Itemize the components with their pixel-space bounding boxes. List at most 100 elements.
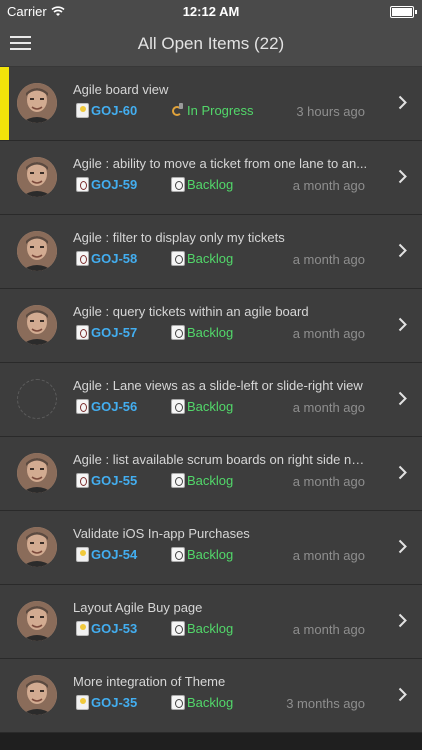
issue-status: Backlog [187, 325, 234, 340]
issue-status-group: Backlog [171, 621, 233, 636]
issue-row-goj-35[interactable]: More integration of Theme GOJ-35 Backlog… [0, 659, 422, 733]
issue-key-group: GOJ-54 [76, 547, 137, 562]
backlog-icon [171, 547, 185, 562]
chevron-right-icon [398, 169, 407, 184]
issue-status-group: Backlog [171, 325, 233, 340]
avatar [17, 83, 57, 123]
issue-status-group: Backlog [171, 695, 233, 710]
issue-row-goj-54[interactable]: Validate iOS In-app Purchases GOJ-54 Bac… [0, 511, 422, 585]
avatar [17, 527, 57, 567]
issue-summary: Agile : ability to move a ticket from on… [73, 156, 368, 171]
page-title: All Open Items (22) [137, 34, 285, 53]
issue-updated-time: a month ago [292, 326, 365, 341]
backlog-icon [171, 325, 185, 340]
issue-key: GOJ-57 [91, 325, 138, 340]
issue-key-group: GOJ-56 [76, 399, 137, 414]
issue-key-group: GOJ-60 [76, 103, 137, 118]
status-bar: Carrier 12:12 AM [0, 0, 422, 22]
issue-updated-time: 3 months ago [286, 696, 365, 711]
issue-row-goj-57[interactable]: Agile : query tickets within an agile bo… [0, 289, 422, 363]
issue-summary: Validate iOS In-app Purchases [73, 526, 250, 541]
issue-key-group: GOJ-58 [76, 251, 137, 266]
issue-key: GOJ-53 [91, 621, 138, 636]
issue-status-group: Backlog [171, 473, 233, 488]
lightbulb-icon [76, 621, 89, 636]
battery-icon [390, 6, 417, 18]
issue-row-goj-60[interactable]: Agile board view GOJ-60 In Progress 3 ho… [0, 67, 422, 141]
backlog-icon [171, 621, 185, 636]
task-icon [76, 251, 89, 266]
issue-summary: Agile : filter to display only my ticket… [73, 230, 285, 245]
issue-updated-time: a month ago [292, 178, 365, 193]
issue-summary: Agile : list available scrum boards on r… [73, 452, 369, 467]
issue-summary: Agile : Lane views as a slide-left or sl… [73, 378, 363, 393]
backlog-icon [171, 399, 185, 414]
issue-key-group: GOJ-55 [76, 473, 137, 488]
issue-status-group: Backlog [171, 177, 233, 192]
issue-updated-time: a month ago [292, 622, 365, 637]
in-progress-icon [171, 103, 185, 118]
issue-key: GOJ-59 [91, 177, 138, 192]
issue-status: Backlog [187, 695, 234, 710]
issue-summary: Agile board view [73, 82, 169, 97]
issue-row-goj-56[interactable]: Agile : Lane views as a slide-left or sl… [0, 363, 422, 437]
avatar [17, 157, 57, 197]
lightbulb-icon [76, 695, 89, 710]
task-icon [76, 399, 89, 414]
issue-key-group: GOJ-53 [76, 621, 137, 636]
issue-key-group: GOJ-57 [76, 325, 137, 340]
navigation-bar: All Open Items (22) [0, 22, 422, 67]
lightbulb-icon [76, 547, 89, 562]
issue-status-group: Backlog [171, 547, 233, 562]
issue-list: Agile board view GOJ-60 In Progress 3 ho… [0, 67, 422, 733]
task-icon [76, 177, 89, 192]
issue-summary: More integration of Theme [73, 674, 226, 689]
issue-row-goj-55[interactable]: Agile : list available scrum boards on r… [0, 437, 422, 511]
issue-updated-time: a month ago [292, 548, 365, 563]
issue-updated-time: a month ago [292, 252, 365, 267]
issue-key: GOJ-56 [91, 399, 138, 414]
chevron-right-icon [398, 243, 407, 258]
issue-row-goj-59[interactable]: Agile : ability to move a ticket from on… [0, 141, 422, 215]
issue-summary: Layout Agile Buy page [73, 600, 203, 615]
issue-updated-time: a month ago [292, 400, 365, 415]
backlog-icon [171, 695, 185, 710]
issue-key-group: GOJ-59 [76, 177, 137, 192]
task-icon [76, 325, 89, 340]
issue-row-goj-53[interactable]: Layout Agile Buy page GOJ-53 Backlog a m… [0, 585, 422, 659]
chevron-right-icon [398, 613, 407, 628]
avatar [17, 379, 57, 419]
issue-status: Backlog [187, 177, 234, 192]
chevron-right-icon [398, 391, 407, 406]
issue-status: Backlog [187, 547, 234, 562]
issue-status-group: Backlog [171, 251, 233, 266]
issue-status: Backlog [187, 251, 234, 266]
issue-key: GOJ-55 [91, 473, 138, 488]
issue-key-group: GOJ-35 [76, 695, 137, 710]
chevron-right-icon [398, 317, 407, 332]
avatar [17, 601, 57, 641]
lightbulb-icon [76, 103, 89, 118]
issue-key: GOJ-54 [91, 547, 138, 562]
issue-status-group: Backlog [171, 399, 233, 414]
issue-key: GOJ-58 [91, 251, 138, 266]
issue-key: GOJ-60 [91, 103, 138, 118]
backlog-icon [171, 177, 185, 192]
issue-updated-time: a month ago [292, 474, 365, 489]
avatar [17, 453, 57, 493]
issue-summary: Agile : query tickets within an agile bo… [73, 304, 309, 319]
chevron-right-icon [398, 539, 407, 554]
backlog-icon [171, 473, 185, 488]
avatar [17, 305, 57, 345]
backlog-icon [171, 251, 185, 266]
issue-status-group: In Progress [171, 103, 253, 118]
issue-key: GOJ-35 [91, 695, 138, 710]
issue-status: In Progress [187, 103, 254, 118]
issue-status: Backlog [187, 473, 234, 488]
task-icon [76, 473, 89, 488]
issue-status: Backlog [187, 399, 234, 414]
chevron-right-icon [398, 687, 407, 702]
avatar [17, 675, 57, 715]
issue-updated-time: 3 hours ago [296, 104, 365, 119]
issue-row-goj-58[interactable]: Agile : filter to display only my ticket… [0, 215, 422, 289]
